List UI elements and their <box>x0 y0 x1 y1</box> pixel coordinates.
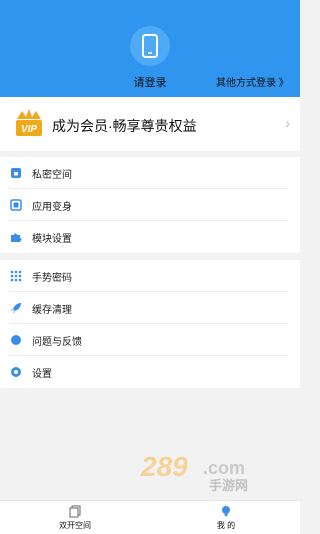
vip-crown-icon: VIP <box>16 109 42 136</box>
menu-group-privacy: 私密空间 应用变身 模块设置 <box>0 157 300 253</box>
menu-item-private-space[interactable]: 私密空间 <box>0 157 300 189</box>
svg-text:.com: .com <box>203 458 245 478</box>
watermark-subtitle: 手游网 <box>209 478 248 492</box>
menu-item-label: 应用变身 <box>32 201 72 213</box>
settings-icon <box>11 367 21 377</box>
watermark-brand: 289 <box>140 451 188 482</box>
tab-label: 双开空间 <box>59 521 91 530</box>
feedback-icon <box>11 335 21 345</box>
menu-group-tools: 手势密码 缓存清理 问题与反馈 设置 <box>0 260 300 388</box>
other-login-link[interactable]: 其他方式登录 》 <box>216 74 289 89</box>
menu-item-settings[interactable]: 设置 <box>0 356 300 388</box>
lock-icon <box>11 168 21 178</box>
rocket-icon <box>11 303 21 313</box>
phone-icon <box>142 34 158 58</box>
menu-item-label: 缓存清理 <box>32 304 72 316</box>
profile-header: 请登录 其他方式登录 》 <box>0 0 300 97</box>
menu-item-cache-cleanup[interactable]: 缓存清理 <box>0 292 300 324</box>
tab-profile[interactable]: 我 的 <box>196 501 256 534</box>
app-disguise-icon <box>10 199 22 211</box>
login-avatar-button[interactable] <box>130 26 170 66</box>
gesture-grid-icon <box>10 270 22 282</box>
menu-item-label: 私密空间 <box>32 169 72 181</box>
menu-item-label: 模块设置 <box>32 233 72 245</box>
menu-item-module-settings[interactable]: 模块设置 <box>0 221 300 253</box>
menu-item-gesture-password[interactable]: 手势密码 <box>0 260 300 292</box>
clone-space-icon <box>69 505 81 518</box>
profile-icon <box>222 506 230 517</box>
tab-label: 我 的 <box>216 521 236 530</box>
bottom-tab-bar: 双开空间 我 的 <box>0 500 300 534</box>
menu-item-feedback[interactable]: 问题与反馈 <box>0 324 300 356</box>
chevron-right-icon: › <box>285 115 290 131</box>
puzzle-icon <box>11 233 22 242</box>
login-link[interactable]: 请登录 <box>130 74 170 90</box>
vip-badge-text: VIP <box>21 124 37 135</box>
tab-clone-space[interactable]: 双开空间 <box>45 501 105 534</box>
menu-item-label: 手势密码 <box>32 272 72 284</box>
vip-label: 成为会员·畅享尊贵权益 <box>52 118 197 134</box>
menu-item-label: 设置 <box>32 368 52 380</box>
menu-item-app-disguise[interactable]: 应用变身 <box>0 189 300 221</box>
menu-item-label: 问题与反馈 <box>32 336 82 348</box>
site-watermark-logo: 289 .com 手游网 <box>140 451 248 492</box>
